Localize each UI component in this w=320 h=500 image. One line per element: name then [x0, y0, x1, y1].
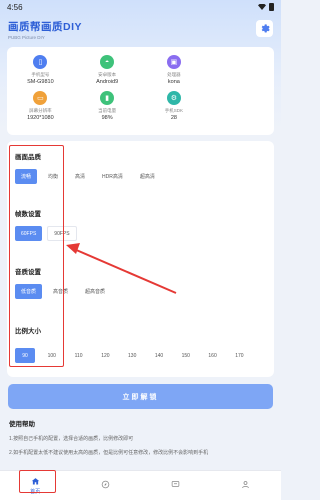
help-line: 1.按照自己手机的配置，选择合适的画质，比例修改即可 [9, 436, 134, 442]
annotation-box-home [19, 470, 56, 493]
help-section: 使用帮助 1.按照自己手机的配置，选择合适的画质，比例修改即可 2.如手机配置太… [7, 418, 274, 456]
unlock-button[interactable]: 立即解锁 [8, 384, 273, 409]
help-line: 2.如手机配置太低不建议使用太高的画质，但是比例可任意修改，修改比例不会影响到手… [9, 450, 209, 456]
nav-item[interactable] [156, 480, 196, 491]
nav-item[interactable] [85, 480, 125, 491]
nav-item[interactable] [226, 480, 266, 491]
message-icon [171, 480, 180, 491]
compass-icon [101, 480, 110, 491]
help-title: 使用帮助 [9, 421, 35, 428]
user-icon [241, 480, 250, 491]
